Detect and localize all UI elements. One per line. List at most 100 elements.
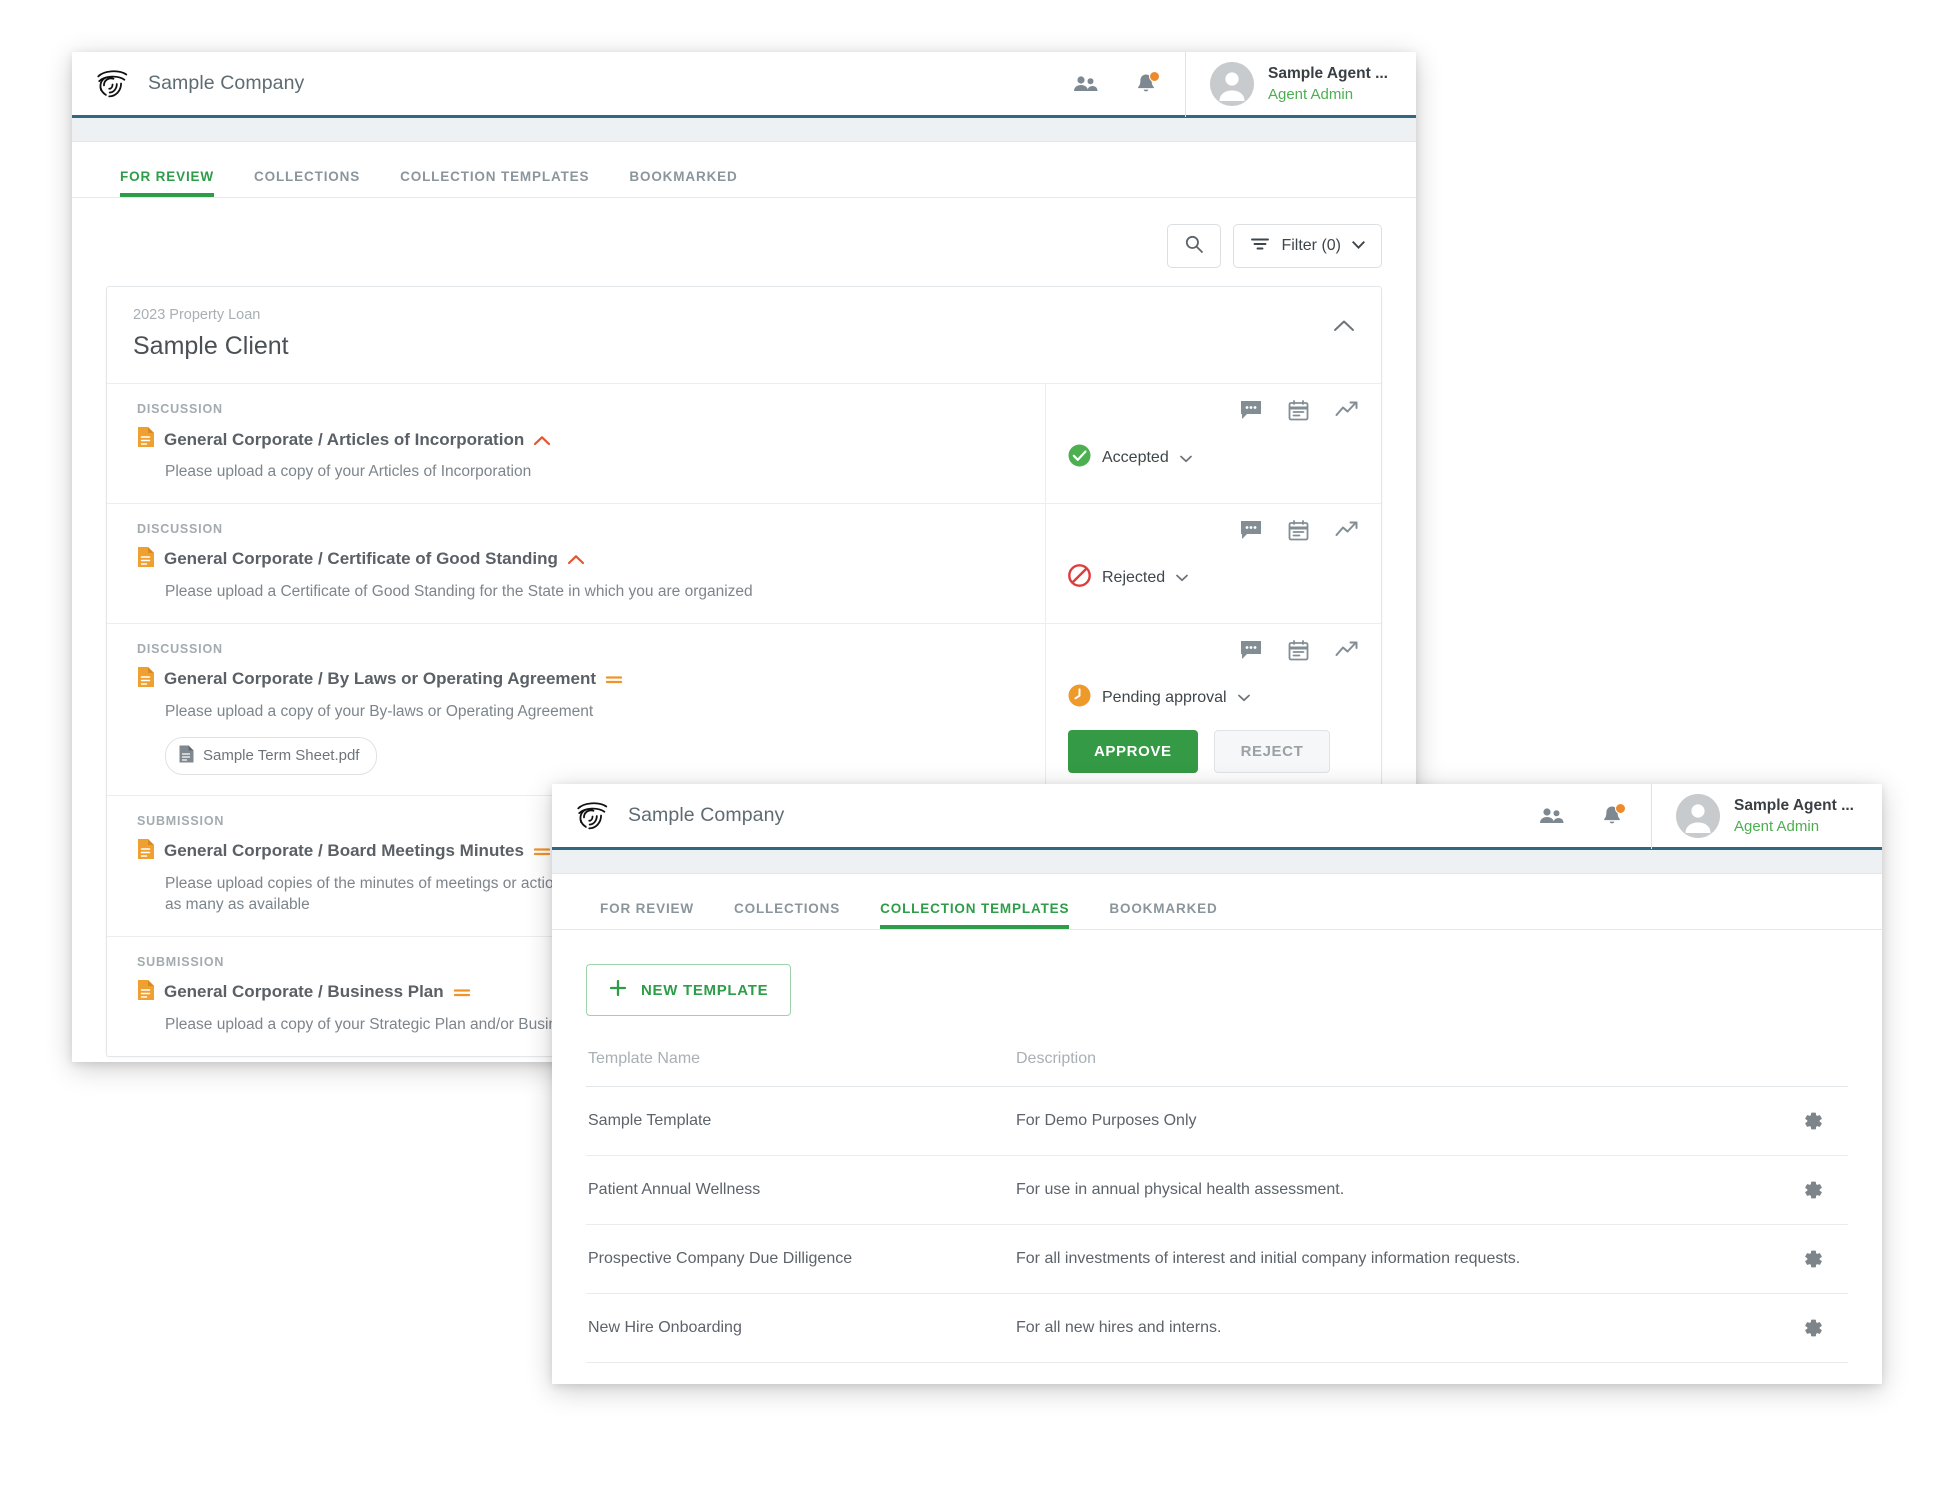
table-row[interactable]: Client Onboarding To coordinate between …	[586, 1363, 1848, 1384]
user-role: Agent Admin	[1733, 817, 1820, 835]
table-header: Template Name Description	[586, 1050, 1848, 1087]
row-description: Please upload a copy of your Articles of…	[165, 463, 532, 480]
attachment-chip[interactable]: Sample Term Sheet.pdf	[165, 736, 378, 775]
tab-collections[interactable]: COLLECTIONS	[714, 901, 860, 929]
client-subtitle: 2023 Property Loan	[133, 307, 261, 323]
priority-high-icon	[533, 431, 551, 449]
tab-bookmarked[interactable]: BOOKMARKED	[609, 169, 757, 197]
template-description: For all investments of interest and init…	[1016, 1250, 1521, 1267]
people-icon[interactable]	[1539, 803, 1565, 829]
tab-collection-templates[interactable]: COLLECTION TEMPLATES	[380, 169, 609, 197]
row-main: DISCUSSION General Corporate / By Laws o…	[107, 624, 1045, 795]
filter-button[interactable]: Filter (0)	[1233, 224, 1382, 268]
user-menu-front[interactable]: Sample Agent ... Agent Admin	[1650, 784, 1882, 849]
template-description: For Demo Purposes Only	[1016, 1112, 1197, 1129]
row-title: General Corporate / Articles of Incorpor…	[164, 429, 525, 449]
row-title-line: General Corporate / By Laws or Operating…	[137, 666, 1025, 693]
priority-medium-icon	[605, 670, 623, 688]
tab-for-review[interactable]: FOR REVIEW	[100, 169, 234, 197]
row-title: General Corporate / Business Plan	[164, 982, 444, 1002]
priority-medium-icon	[533, 842, 551, 860]
table-row[interactable]: DISCUSSION General Corporate / Certifica…	[107, 503, 1381, 624]
template-description: For all new hires and interns.	[1016, 1319, 1222, 1336]
trending-up-icon[interactable]	[1335, 520, 1359, 546]
collapse-toggle[interactable]	[1333, 307, 1355, 337]
app-header-back: Sample Company Sample Agent ... Agent Ad…	[72, 52, 1416, 118]
template-name: Patient Annual Wellness	[588, 1181, 761, 1198]
new-template-button[interactable]: NEW TEMPLATE	[586, 964, 792, 1016]
table-row[interactable]: Sample Template For Demo Purposes Only	[586, 1087, 1848, 1156]
row-main: DISCUSSION General Corporate / Certifica…	[107, 504, 1045, 623]
table-row[interactable]: DISCUSSION General Corporate / By Laws o…	[107, 623, 1381, 796]
table-row[interactable]: DISCUSSION General Corporate / Articles …	[107, 384, 1381, 504]
gear-icon[interactable]	[1778, 1248, 1848, 1270]
document-icon	[137, 979, 155, 1006]
templates-table: Template Name Description Sample Templat…	[586, 1050, 1848, 1384]
user-name: Sample Agent ...	[1267, 64, 1388, 82]
table-row[interactable]: New Hire Onboarding For all new hires an…	[586, 1294, 1848, 1363]
tabbar-back: FOR REVIEW COLLECTIONS COLLECTION TEMPLA…	[72, 142, 1416, 198]
approve-button[interactable]: APPROVE	[1068, 729, 1198, 773]
file-icon	[179, 745, 194, 767]
calendar-icon[interactable]	[1288, 639, 1309, 666]
document-icon	[137, 838, 155, 865]
trending-up-icon[interactable]	[1335, 400, 1359, 426]
status-label: Rejected	[1102, 568, 1166, 586]
avatar	[1675, 793, 1720, 838]
user-name: Sample Agent ...	[1733, 796, 1854, 814]
row-actions: Pending approval APPROVE REJECT	[1045, 623, 1381, 795]
client-title: Sample Client	[133, 332, 289, 360]
status-badge[interactable]: Accepted	[1068, 444, 1359, 472]
client-card-header: 2023 Property Loan Sample Client	[107, 287, 1381, 384]
bell-icon[interactable]	[1599, 802, 1626, 829]
user-info: Sample Agent ... Agent Admin	[1268, 65, 1388, 103]
comment-icon[interactable]	[1240, 520, 1262, 546]
screen: Sample Company Sample Agent ... Agent Ad…	[0, 0, 1956, 1492]
gear-icon[interactable]	[1778, 1110, 1848, 1132]
notification-badge	[1614, 802, 1626, 814]
status-label: Pending approval	[1102, 688, 1227, 706]
template-name: Sample Template	[588, 1112, 712, 1129]
status-badge[interactable]: Rejected	[1068, 564, 1359, 592]
row-icon-group	[1068, 520, 1359, 546]
calendar-icon[interactable]	[1288, 520, 1309, 546]
header-strip-front	[552, 850, 1882, 874]
chevron-up-icon	[1333, 319, 1355, 336]
row-icon-group	[1068, 639, 1359, 666]
tab-collections[interactable]: COLLECTIONS	[234, 169, 380, 197]
calendar-icon[interactable]	[1288, 400, 1309, 426]
row-kind: DISCUSSION	[137, 402, 223, 416]
row-title: General Corporate / Board Meetings Minut…	[164, 841, 524, 861]
row-title-line: General Corporate / Certificate of Good …	[137, 546, 1025, 573]
tab-collection-templates[interactable]: COLLECTION TEMPLATES	[860, 901, 1089, 929]
list-toolbar: Filter (0)	[72, 198, 1416, 286]
plus-icon	[609, 979, 627, 1001]
tab-for-review[interactable]: FOR REVIEW	[580, 901, 714, 929]
gear-icon[interactable]	[1778, 1179, 1848, 1201]
row-actions: Rejected	[1045, 503, 1381, 623]
trending-up-icon[interactable]	[1335, 640, 1359, 666]
user-menu-back[interactable]: Sample Agent ... Agent Admin	[1184, 52, 1416, 117]
fingerprint-icon	[94, 65, 132, 103]
brand-front: Sample Company	[552, 797, 1539, 835]
header-strip-back	[72, 118, 1416, 142]
status-badge[interactable]: Pending approval	[1068, 684, 1359, 712]
tabbar-front: FOR REVIEW COLLECTIONS COLLECTION TEMPLA…	[552, 874, 1882, 930]
gear-icon[interactable]	[1778, 1317, 1848, 1339]
brand-name: Sample Company	[628, 804, 785, 826]
search-button[interactable]	[1167, 224, 1222, 268]
row-actions: Accepted	[1045, 384, 1381, 503]
reject-button[interactable]: REJECT	[1213, 729, 1331, 773]
brand-name: Sample Company	[148, 72, 305, 94]
comment-icon[interactable]	[1240, 640, 1262, 666]
accepted-icon	[1068, 444, 1091, 472]
people-icon[interactable]	[1073, 71, 1099, 97]
template-name: New Hire Onboarding	[588, 1319, 742, 1336]
chevron-down-icon	[1352, 237, 1365, 255]
bell-icon[interactable]	[1133, 70, 1160, 97]
tab-bookmarked[interactable]: BOOKMARKED	[1089, 901, 1237, 929]
table-row[interactable]: Prospective Company Due Dilligence For a…	[586, 1225, 1848, 1294]
comment-icon[interactable]	[1240, 400, 1262, 426]
row-main: DISCUSSION General Corporate / Articles …	[107, 384, 1045, 503]
table-row[interactable]: Patient Annual Wellness For use in annua…	[586, 1156, 1848, 1225]
